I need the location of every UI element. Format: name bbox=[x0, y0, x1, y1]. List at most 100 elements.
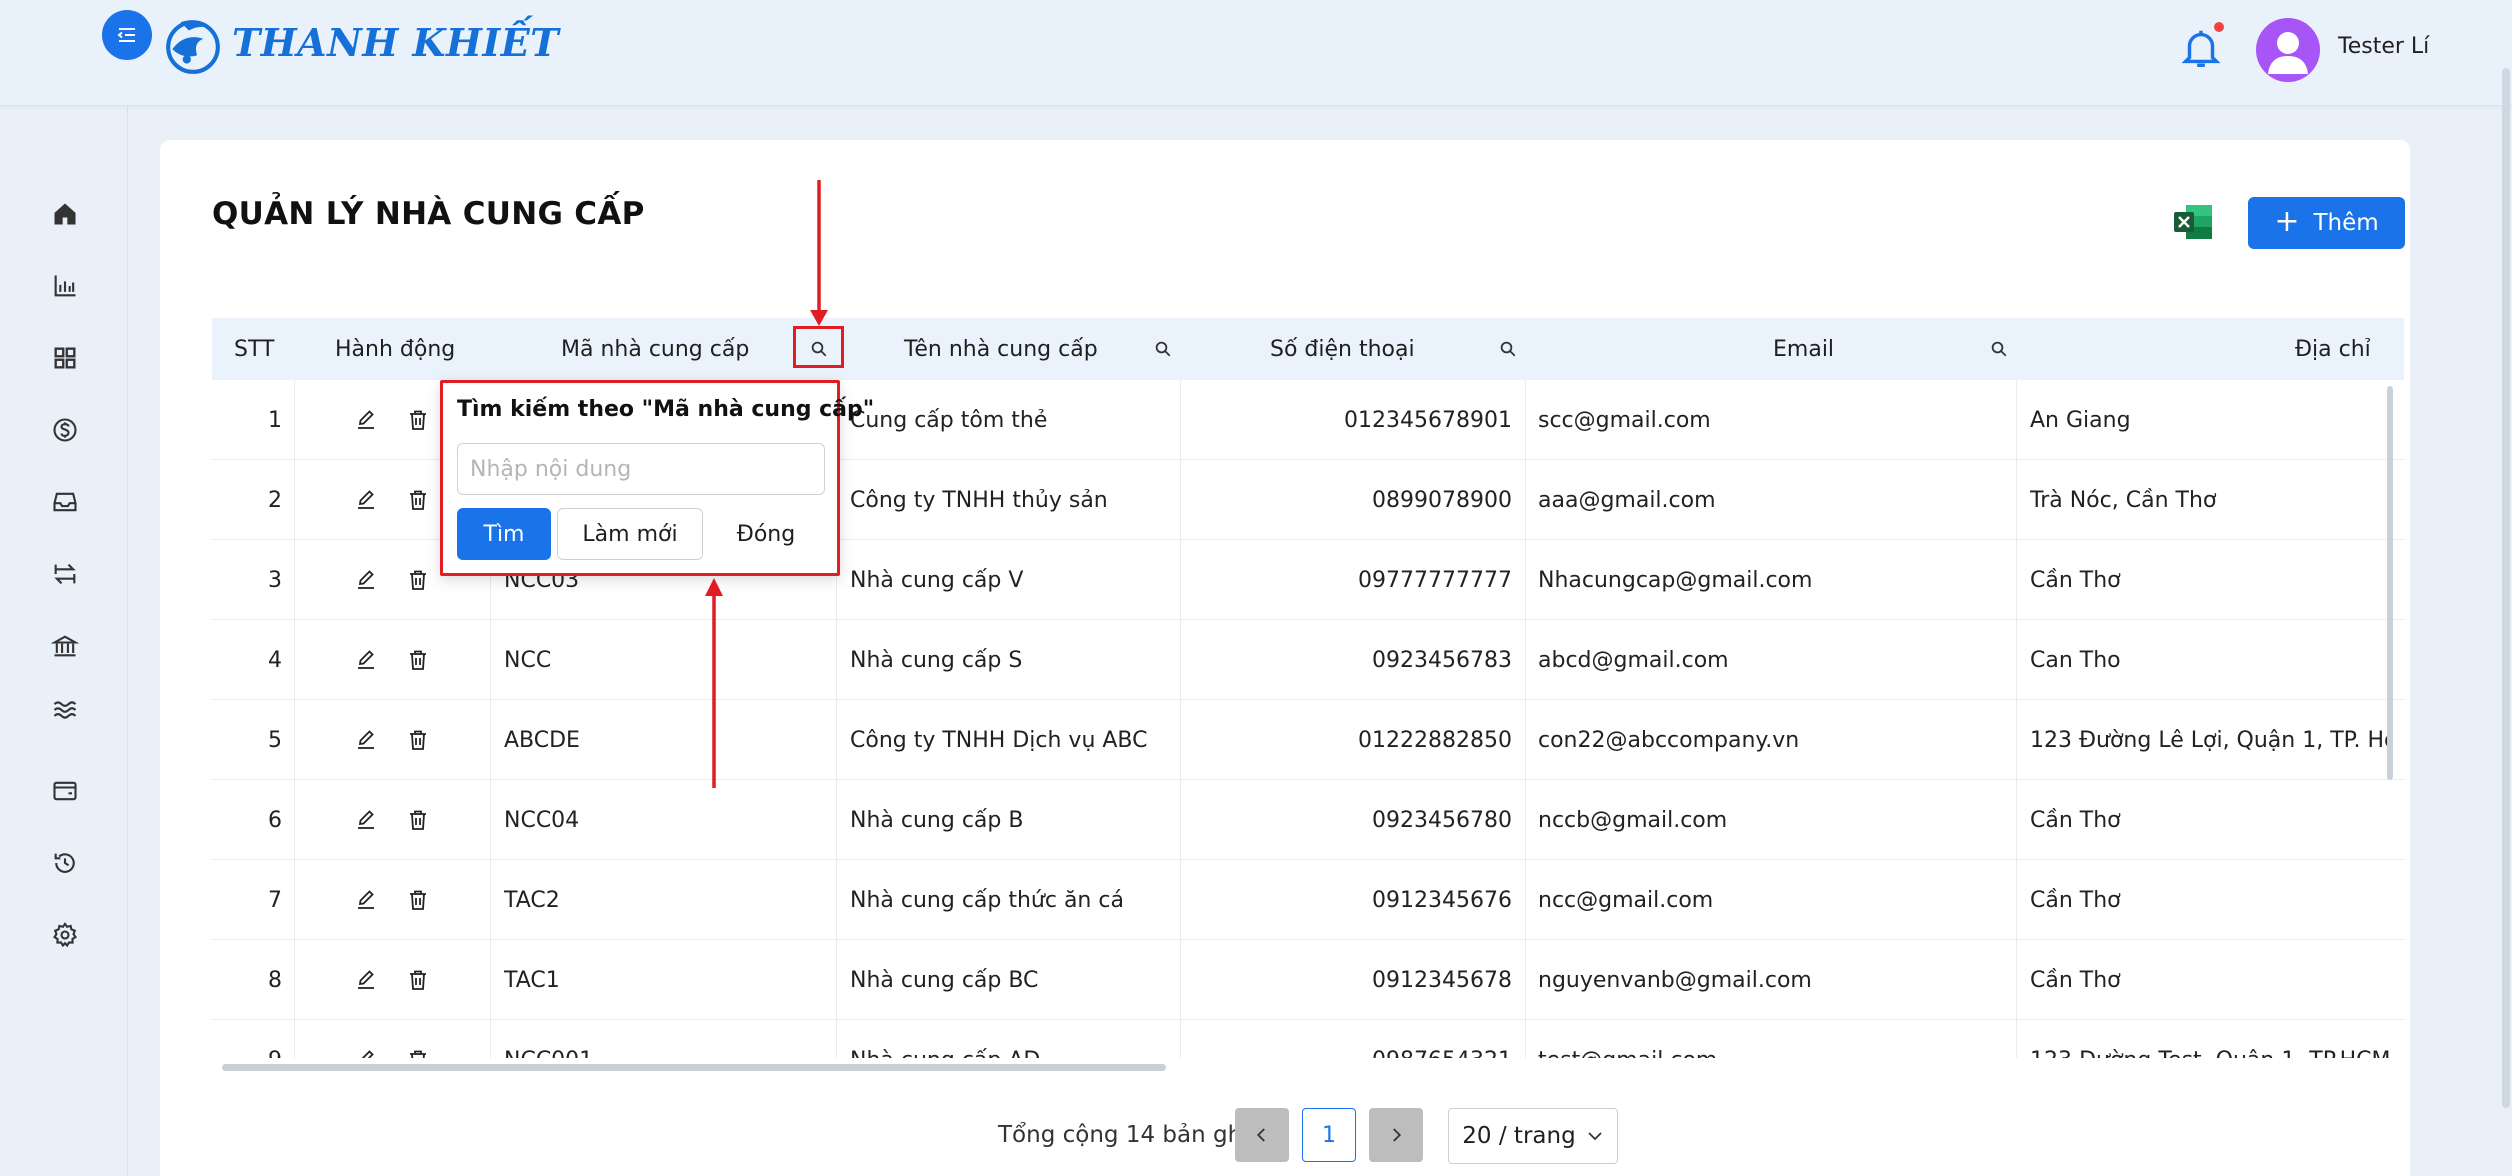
page-size-value: 20 / trang bbox=[1462, 1123, 1576, 1149]
cell-address: Cần Thơ bbox=[2030, 887, 2121, 913]
cell-email: scc@gmail.com bbox=[1538, 407, 1711, 433]
delete-icon[interactable] bbox=[404, 646, 432, 674]
column-header-address: Địa chỉ bbox=[2295, 336, 2371, 362]
next-page-button[interactable] bbox=[1369, 1108, 1423, 1162]
chart-icon[interactable] bbox=[48, 269, 82, 303]
cell-code: TAC2 bbox=[504, 887, 560, 913]
horizontal-scrollbar[interactable] bbox=[222, 1064, 1166, 1071]
chevron-down-icon bbox=[1588, 1132, 1602, 1141]
cell-phone: 01222882850 bbox=[1358, 727, 1512, 753]
email-search-icon[interactable] bbox=[1986, 336, 2012, 362]
edit-icon[interactable] bbox=[352, 646, 380, 674]
inbox-icon[interactable] bbox=[48, 485, 82, 519]
cell-email: test@gmail.com bbox=[1538, 1020, 2008, 1059]
chevron-right-icon bbox=[1393, 1128, 1402, 1142]
search-button[interactable]: Tìm bbox=[457, 508, 551, 560]
cell-phone: 0923456783 bbox=[1372, 647, 1512, 673]
delete-icon[interactable] bbox=[404, 406, 432, 434]
phone-search-icon[interactable] bbox=[1495, 336, 1521, 362]
brand-name: THANH KHIẾT bbox=[232, 20, 559, 65]
brand-logo-icon bbox=[166, 20, 220, 74]
cell-name: Nhà cung cấp thức ăn cá bbox=[850, 887, 1124, 913]
gear-icon[interactable] bbox=[48, 918, 82, 952]
chevron-left-icon bbox=[1256, 1128, 1265, 1142]
home-icon[interactable] bbox=[48, 197, 82, 231]
column-header-actions: Hành động bbox=[335, 336, 456, 362]
bank-icon[interactable] bbox=[48, 629, 82, 663]
cell-email: ncc@gmail.com bbox=[1538, 887, 1714, 913]
cell-phone: 012345678901 bbox=[1344, 407, 1512, 433]
delete-icon[interactable] bbox=[404, 726, 432, 754]
delete-icon[interactable] bbox=[404, 886, 432, 914]
dollar-icon[interactable] bbox=[48, 413, 82, 447]
cell-address: Trà Nóc, Cần Thơ bbox=[2030, 487, 2217, 513]
cell-name: Nhà cung cấp S bbox=[850, 647, 1023, 673]
prev-page-button[interactable] bbox=[1235, 1108, 1289, 1162]
cell-actions bbox=[352, 700, 472, 780]
cell-stt: 7 bbox=[268, 887, 282, 913]
avatar[interactable] bbox=[2256, 18, 2320, 82]
cell-code: ABCDE bbox=[504, 727, 580, 753]
user-name[interactable]: Tester Lí bbox=[2338, 34, 2429, 59]
cell-stt: 5 bbox=[268, 727, 282, 753]
delete-icon[interactable] bbox=[404, 1046, 432, 1058]
edit-icon[interactable] bbox=[352, 486, 380, 514]
add-button[interactable]: + Thêm bbox=[2248, 197, 2405, 249]
table-row: 5 ABCDE Công ty TNHH Dịch vụ ABC 0122288285… bbox=[212, 700, 2404, 780]
cell-address: Cần Thơ bbox=[2030, 567, 2121, 593]
cell-email: aaa@gmail.com bbox=[1538, 487, 1716, 513]
page-number-current[interactable]: 1 bbox=[1302, 1108, 1356, 1162]
page-size-select[interactable]: 20 / trang bbox=[1448, 1108, 1618, 1164]
edit-icon[interactable] bbox=[352, 726, 380, 754]
close-button[interactable]: Đóng bbox=[711, 508, 821, 560]
cell-name: Nhà cung cấp AD bbox=[850, 1020, 1170, 1059]
grid-icon[interactable] bbox=[48, 341, 82, 375]
cell-name: Nhà cung cấp B bbox=[850, 807, 1024, 833]
table-row: 8 TAC1 Nhà cung cấp BC 0912345678 nguyenvanb… bbox=[212, 940, 2404, 1020]
delete-icon[interactable] bbox=[404, 566, 432, 594]
vertical-scrollbar[interactable] bbox=[2387, 386, 2393, 780]
add-button-label: Thêm bbox=[2313, 210, 2379, 236]
search-input[interactable] bbox=[457, 443, 825, 495]
user-icon bbox=[2268, 32, 2308, 74]
cell-actions bbox=[352, 1020, 472, 1058]
cell-phone: 0923456780 bbox=[1372, 807, 1512, 833]
edit-icon[interactable] bbox=[352, 406, 380, 434]
excel-export-icon[interactable] bbox=[2172, 202, 2214, 242]
cell-stt: 6 bbox=[268, 807, 282, 833]
total-records: Tổng cộng 14 bản ghi bbox=[998, 1122, 1249, 1148]
cell-stt: 3 bbox=[268, 567, 282, 593]
delete-icon[interactable] bbox=[404, 806, 432, 834]
transfer-icon[interactable] bbox=[48, 557, 82, 591]
cell-stt: 4 bbox=[268, 647, 282, 673]
cell-code: NCC bbox=[504, 647, 552, 673]
edit-icon[interactable] bbox=[352, 966, 380, 994]
cell-name: Công ty TNHH thủy sản bbox=[850, 487, 1108, 513]
cell-address: An Giang bbox=[2030, 407, 2131, 433]
column-search-popup: Tìm kiếm theo "Mã nhà cung cấp" Tìm Làm … bbox=[440, 380, 874, 576]
annotation-highlight-box bbox=[793, 326, 844, 368]
delete-icon[interactable] bbox=[404, 486, 432, 514]
cell-code: NCC001 bbox=[504, 1020, 824, 1059]
delete-icon[interactable] bbox=[404, 966, 432, 994]
table-row: 9 NCC001 Nhà cung cấp AD 0987654321 test@gma… bbox=[212, 1020, 2404, 1058]
reset-button[interactable]: Làm mới bbox=[557, 508, 703, 560]
waves-icon[interactable] bbox=[48, 693, 82, 727]
page-scrollbar[interactable] bbox=[2502, 68, 2510, 1108]
cell-address: 123 Đường Lê Lợi, Quận 1, TP. Hồ bbox=[2030, 727, 2392, 753]
menu-toggle-button[interactable] bbox=[102, 10, 152, 60]
wallet-icon[interactable] bbox=[48, 774, 82, 808]
edit-icon[interactable] bbox=[352, 566, 380, 594]
edit-icon[interactable] bbox=[352, 806, 380, 834]
edit-icon[interactable] bbox=[352, 1046, 380, 1058]
cell-name: Công ty TNHH Dịch vụ ABC bbox=[850, 727, 1148, 753]
cell-email: con22@abccompany.vn bbox=[1538, 727, 1800, 753]
history-icon[interactable] bbox=[48, 846, 82, 880]
cell-actions bbox=[352, 620, 472, 700]
cell-actions bbox=[352, 940, 472, 1020]
table-row: 4 NCC Nhà cung cấp S 0923456783 abcd@gmail.c… bbox=[212, 620, 2404, 700]
edit-icon[interactable] bbox=[352, 886, 380, 914]
name-search-icon[interactable] bbox=[1150, 336, 1176, 362]
cell-address: Can Tho bbox=[2030, 647, 2121, 673]
cell-phone: 0899078900 bbox=[1372, 487, 1512, 513]
